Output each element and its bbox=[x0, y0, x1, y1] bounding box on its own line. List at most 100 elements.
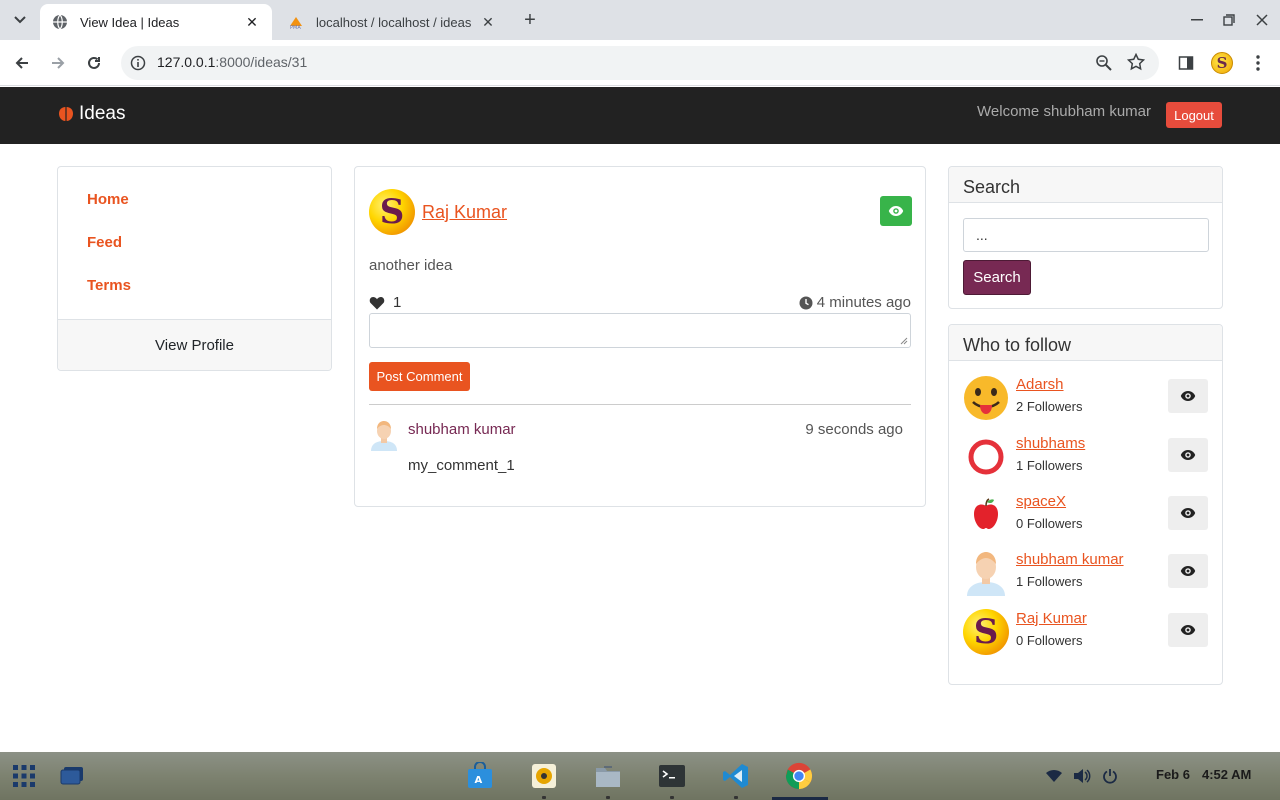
running-indicator bbox=[542, 796, 546, 799]
clock-icon bbox=[799, 296, 813, 309]
welcome-text: Welcome shubham kumar bbox=[977, 103, 1151, 120]
divider bbox=[369, 404, 911, 405]
brand-name: Ideas bbox=[79, 103, 126, 124]
commenter-name[interactable]: shubham kumar bbox=[408, 421, 516, 438]
chrome-icon[interactable] bbox=[785, 762, 813, 790]
browser-toolbar: 127.0.0.1:8000/ideas/31 S bbox=[0, 40, 1280, 86]
search-input[interactable] bbox=[963, 218, 1209, 252]
follow-user-name[interactable]: shubhams bbox=[1016, 435, 1085, 452]
person-icon bbox=[371, 421, 397, 451]
eye-icon bbox=[1180, 566, 1196, 576]
brain-icon bbox=[59, 107, 73, 121]
info-icon[interactable] bbox=[129, 54, 147, 72]
apple-icon bbox=[974, 498, 998, 529]
running-indicator bbox=[734, 796, 738, 799]
browser-tabstrip: View Idea | Ideas ✕ PMA localhost / loca… bbox=[0, 0, 1280, 40]
tab-phpmyadmin[interactable]: PMA localhost / localhost / ideas ✕ bbox=[276, 4, 508, 40]
arrow-left-icon bbox=[15, 57, 28, 69]
url-text: 127.0.0.1:8000/ideas/31 bbox=[157, 54, 307, 70]
follow-view-button[interactable] bbox=[1168, 613, 1208, 647]
svg-text:PMA: PMA bbox=[290, 25, 301, 30]
minimize-icon[interactable] bbox=[1187, 10, 1207, 30]
site-navbar: Ideas Welcome shubham kumar bbox=[0, 87, 1280, 144]
rhythmbox-icon[interactable] bbox=[530, 762, 558, 790]
follow-view-button[interactable] bbox=[1168, 554, 1208, 588]
follow-user-name[interactable]: Adarsh bbox=[1016, 376, 1064, 393]
tab-search-button[interactable] bbox=[6, 6, 34, 34]
bookmark-star-icon[interactable] bbox=[1126, 52, 1146, 71]
volume-icon[interactable] bbox=[1072, 766, 1092, 786]
search-card: Search Search bbox=[948, 166, 1223, 309]
view-profile-link[interactable]: View Profile bbox=[58, 319, 331, 370]
search-card-title: Search bbox=[949, 167, 1222, 203]
post-comment-button[interactable]: Post Comment bbox=[369, 362, 470, 391]
running-indicator bbox=[670, 796, 674, 799]
follow-view-button[interactable] bbox=[1168, 438, 1208, 472]
window-close-icon[interactable] bbox=[1252, 10, 1272, 30]
reload-icon bbox=[88, 56, 100, 69]
close-icon[interactable]: ✕ bbox=[244, 14, 260, 30]
sidebar-item-home[interactable]: Home bbox=[87, 191, 129, 208]
comment-textarea[interactable] bbox=[369, 313, 911, 348]
vscode-icon[interactable] bbox=[722, 762, 750, 790]
clock-date[interactable]: Feb 6 bbox=[1156, 767, 1190, 782]
red-ring-icon bbox=[968, 439, 1004, 475]
profile-avatar-icon[interactable]: S bbox=[1211, 52, 1233, 74]
clock-time[interactable]: 4:52 AM bbox=[1202, 767, 1251, 782]
like-button[interactable]: 1 bbox=[369, 294, 401, 311]
heart-icon bbox=[369, 296, 385, 309]
follow-item: shubham kumar 1 Followers bbox=[963, 550, 1209, 598]
sidebar-item-terms[interactable]: Terms bbox=[87, 277, 131, 294]
power-icon[interactable] bbox=[1100, 766, 1120, 786]
s-logo-icon: S bbox=[963, 609, 1009, 655]
idea-content: another idea bbox=[369, 257, 453, 274]
person-icon bbox=[967, 552, 1005, 596]
menu-dots-icon[interactable] bbox=[1247, 52, 1269, 74]
author-link[interactable]: Raj Kumar bbox=[422, 202, 507, 223]
resize-handle-icon bbox=[900, 337, 908, 345]
files-icon[interactable] bbox=[594, 762, 622, 790]
back-button[interactable] bbox=[10, 51, 34, 75]
follow-item: Adarsh 2 Followers bbox=[963, 375, 1209, 423]
search-button[interactable]: Search bbox=[963, 260, 1031, 295]
follow-user-name[interactable]: spaceX bbox=[1016, 493, 1066, 510]
comment-time: 9 seconds ago bbox=[805, 421, 903, 438]
window-switcher-icon[interactable] bbox=[58, 762, 86, 790]
follow-item: spaceX 0 Followers bbox=[963, 492, 1209, 540]
tab-view-idea[interactable]: View Idea | Ideas ✕ bbox=[40, 4, 272, 40]
author-initial: S bbox=[379, 192, 405, 232]
follow-view-button[interactable] bbox=[1168, 496, 1208, 530]
wifi-icon[interactable] bbox=[1044, 766, 1064, 786]
view-idea-button[interactable] bbox=[880, 196, 912, 226]
terminal-icon[interactable] bbox=[658, 762, 686, 790]
reload-button[interactable] bbox=[82, 51, 106, 75]
eye-icon bbox=[888, 206, 904, 216]
sidebar-item-feed[interactable]: Feed bbox=[87, 234, 122, 251]
follow-user-name[interactable]: Raj Kumar bbox=[1016, 610, 1087, 627]
software-store-icon[interactable]: A bbox=[466, 762, 494, 790]
logout-button[interactable]: Logout bbox=[1166, 102, 1222, 128]
phpmyadmin-icon: PMA bbox=[288, 14, 304, 30]
arrow-right-icon bbox=[52, 57, 65, 69]
follow-user-followers: 1 Followers bbox=[1016, 574, 1083, 589]
new-tab-button[interactable]: + bbox=[518, 8, 542, 32]
brand-link[interactable]: Ideas bbox=[57, 103, 125, 125]
forward-button[interactable] bbox=[46, 51, 70, 75]
idea-timestamp: 4 minutes ago bbox=[799, 294, 911, 311]
globe-icon bbox=[52, 14, 68, 30]
restore-icon[interactable] bbox=[1219, 10, 1239, 30]
follow-user-followers: 2 Followers bbox=[1016, 399, 1083, 414]
tongue-emoji-icon bbox=[964, 376, 1008, 420]
follow-user-name[interactable]: shubham kumar bbox=[1016, 551, 1124, 568]
eye-icon bbox=[1180, 625, 1196, 635]
eye-icon bbox=[1180, 508, 1196, 518]
app-launcher-icon[interactable] bbox=[10, 762, 38, 790]
zoom-icon[interactable] bbox=[1095, 54, 1113, 72]
side-panel-icon[interactable] bbox=[1175, 52, 1197, 74]
close-icon[interactable]: ✕ bbox=[480, 14, 496, 30]
tab-title: View Idea | Ideas bbox=[80, 14, 180, 30]
tab-title: localhost / localhost / ideas bbox=[316, 14, 472, 30]
follow-user-followers: 1 Followers bbox=[1016, 458, 1083, 473]
address-bar[interactable]: 127.0.0.1:8000/ideas/31 bbox=[121, 46, 1159, 80]
follow-view-button[interactable] bbox=[1168, 379, 1208, 413]
